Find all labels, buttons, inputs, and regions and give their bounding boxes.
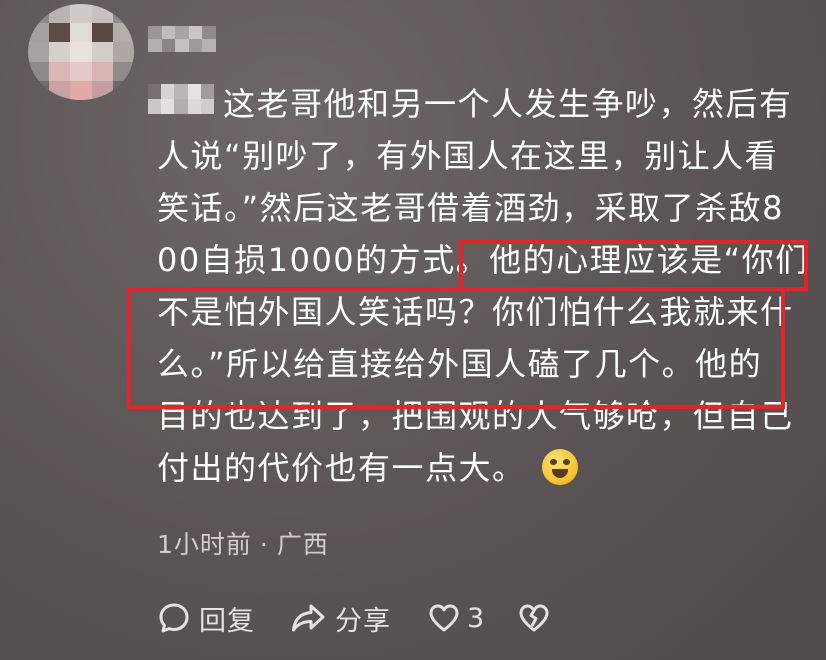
heart-icon [427, 602, 461, 634]
comment-meta: 1小时前 · 广西 [157, 525, 329, 561]
comment-line: 么。”所以给直接给外国人磕了几个。他的 [157, 345, 763, 383]
comment-line: 00自损1000的方式。他的心理应该是“你们 [157, 241, 809, 279]
comment-bubble-icon [157, 601, 191, 635]
avatar-pixel [112, 42, 134, 62]
comment-line: 人说“别吵了，有外国人在这里，别让人看 [157, 137, 779, 175]
avatar-pixel [91, 4, 113, 24]
username-pixel [161, 26, 176, 39]
avatar-pixel [28, 61, 50, 81]
avatar-pixel [49, 4, 71, 24]
like-button[interactable]: 3 [427, 602, 485, 634]
reply-button[interactable]: 回复 [157, 599, 255, 638]
timestamp: 1小时前 [157, 530, 252, 559]
share-label: 分享 [335, 605, 391, 637]
avatar-pixel [70, 4, 92, 24]
avatar-pixel [112, 61, 134, 81]
share-arrow-icon [289, 601, 327, 635]
avatar[interactable] [28, 4, 134, 100]
username-pixel [202, 26, 216, 39]
avatar-pixel [49, 23, 71, 43]
avatar-pixel [91, 61, 113, 81]
avatar-pixel [28, 4, 50, 24]
comment-line: 笑话。”然后这老哥借着酒劲，采取了杀敌8 [157, 189, 784, 227]
comment-actions: 回复 分享 3 [157, 596, 551, 640]
username-pixel [175, 39, 189, 52]
avatar-pixel [112, 80, 134, 100]
username-pixel [148, 39, 162, 52]
avatar-pixel [70, 61, 92, 81]
location: 广西 [276, 530, 329, 559]
comment-line: 不是怕外国人笑话吗？你们怕什么我就来什 [157, 293, 794, 331]
avatar-pixel [91, 23, 113, 43]
crying-laughing-emoji-icon [541, 449, 578, 485]
avatar-pixel [112, 4, 134, 24]
meta-separator: · [259, 530, 269, 559]
username-pixel [175, 26, 189, 39]
avatar-pixel [70, 42, 92, 62]
avatar-pixel [49, 61, 71, 81]
comment-text: 这老哥他和另一个人发生争吵，然后有 人说“别吵了，有外国人在这里，别让人看 笑话… [157, 78, 809, 494]
like-count: 3 [467, 602, 486, 634]
avatar-pixel [49, 80, 71, 100]
avatar-pixel [28, 80, 50, 100]
avatar-pixel [70, 23, 92, 43]
dislike-button[interactable] [517, 602, 551, 634]
username-pixel [202, 39, 216, 52]
avatar-pixel [28, 42, 50, 62]
avatar-pixel [112, 23, 134, 43]
comment-line: 付出的代价也有一点大。 [157, 449, 526, 487]
username-pixel [148, 26, 162, 39]
avatar-pixel [91, 42, 113, 62]
reply-label: 回复 [199, 605, 255, 637]
avatar-pixel [49, 42, 71, 62]
avatar-pixel [70, 80, 92, 100]
username-pixel [188, 26, 203, 39]
avatar-pixel [28, 23, 50, 43]
comment-line: 目的也达到了，把围观的人气够呛，但自己 [157, 397, 794, 435]
username-pixel [161, 39, 176, 52]
username-pixel [188, 39, 203, 52]
comment-line: 这老哥他和另一个人发生争吵，然后有 [223, 85, 793, 123]
share-button[interactable]: 分享 [289, 599, 391, 638]
avatar-pixel [91, 80, 113, 100]
username-blurred[interactable] [148, 26, 216, 52]
broken-heart-icon [517, 602, 551, 634]
